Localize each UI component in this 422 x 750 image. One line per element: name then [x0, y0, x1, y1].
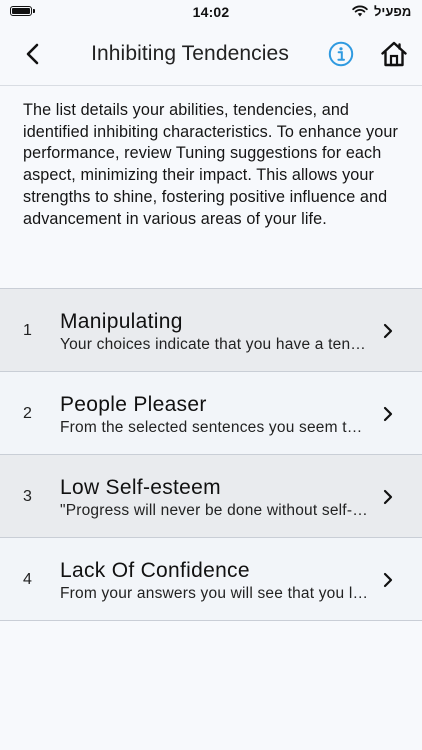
- info-circle-icon[interactable]: [328, 41, 354, 67]
- item-number: 2: [23, 405, 32, 422]
- item-title: Manipulating: [60, 310, 183, 333]
- item-title: Low Self-esteem: [60, 476, 221, 499]
- list-item[interactable]: 2 People Pleaser From the selected sente…: [0, 372, 422, 455]
- item-title: Lack Of Confidence: [60, 559, 250, 582]
- chevron-right-icon: [383, 489, 393, 505]
- list-item[interactable]: 3 Low Self-esteem "Progress will never b…: [0, 455, 422, 538]
- status-bar: 14:02 מפעיל: [0, 0, 422, 24]
- item-title: People Pleaser: [60, 393, 207, 416]
- item-number: 3: [23, 488, 32, 505]
- wifi-icon: [352, 5, 368, 17]
- home-icon[interactable]: [380, 40, 408, 68]
- tendencies-list: 1 Manipulating Your choices indicate tha…: [0, 288, 422, 621]
- item-number: 4: [23, 571, 32, 588]
- item-number: 1: [23, 322, 32, 339]
- carrier-name: מפעיל: [374, 4, 412, 19]
- chevron-right-icon: [383, 323, 393, 339]
- chevron-right-icon: [383, 406, 393, 422]
- item-subtitle: From your answers you will see that you …: [60, 585, 370, 602]
- item-subtitle: "Progress will never be done without sel…: [60, 502, 370, 519]
- chevron-left-icon[interactable]: [22, 42, 44, 66]
- navigation-bar: Inhibiting Tendencies: [0, 24, 422, 86]
- intro-description: The list details your abilities, tendenc…: [23, 101, 398, 228]
- list-item[interactable]: 4 Lack Of Confidence From your answers y…: [0, 538, 422, 621]
- item-subtitle: Your choices indicate that you have a te…: [60, 336, 370, 353]
- item-subtitle: From the selected sentences you seem to …: [60, 419, 370, 436]
- chevron-right-icon: [383, 572, 393, 588]
- page-title: Inhibiting Tendencies: [91, 42, 289, 65]
- list-item[interactable]: 1 Manipulating Your choices indicate tha…: [0, 289, 422, 372]
